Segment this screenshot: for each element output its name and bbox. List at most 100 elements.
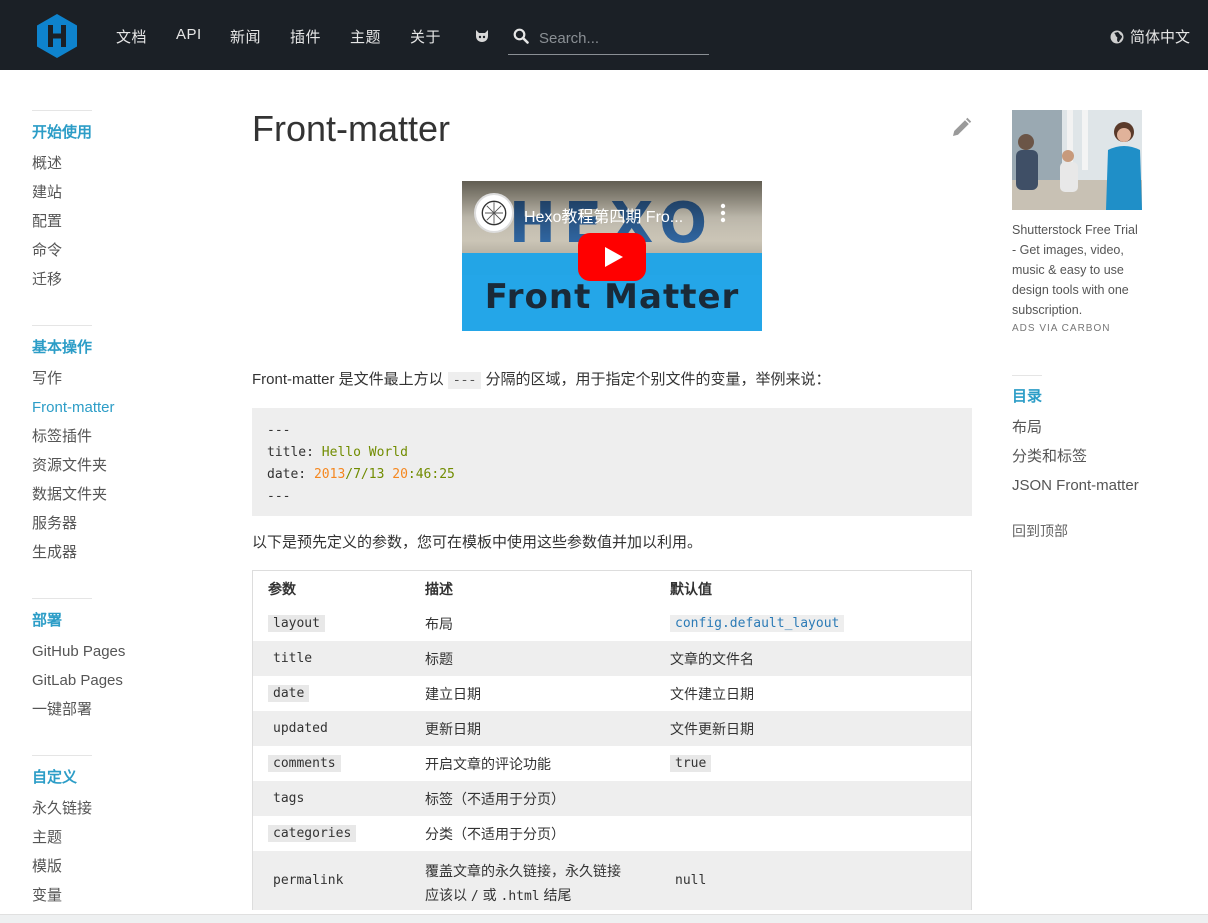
table-cell-desc: 建立日期 [425, 685, 481, 702]
back-to-top-link[interactable]: 回到顶部 [1012, 521, 1068, 541]
sidebar-item-data-files[interactable]: 数据文件夹 [32, 485, 202, 514]
table-row: categories 分类（不适用于分页） [253, 816, 971, 851]
search-input[interactable] [539, 26, 704, 50]
param-code: updated [273, 721, 328, 736]
code-line: --- [267, 423, 291, 438]
default-layout-link[interactable]: config.default_layout [670, 615, 845, 632]
github-icon[interactable] [474, 28, 490, 44]
sidebar-item-one-command-deploy[interactable]: 一键部署 [32, 700, 202, 729]
nav-news[interactable]: 新闻 [230, 26, 261, 47]
sidebar-item-gitlab-pages[interactable]: GitLab Pages [32, 671, 202, 700]
sidebar-item-writing[interactable]: 写作 [32, 369, 202, 398]
table-row: layout 布局 config.default_layout [253, 606, 971, 641]
globe-icon [1110, 30, 1124, 43]
default-code: true [670, 755, 712, 772]
intro-paragraph: Front-matter 是文件最上方以 --- 分隔的区域，用于指定个别文件的… [252, 370, 830, 391]
sidebar-item-variables[interactable]: 变量 [32, 886, 202, 915]
sidebar-item-configuration[interactable]: 配置 [32, 212, 202, 241]
desc-text: 结尾 [543, 886, 572, 903]
table-cell-param: title [268, 641, 418, 676]
pencil-icon[interactable] [950, 117, 972, 139]
table-cell-default: true [670, 746, 970, 781]
sidebar-section-deployment: 部署 GitHub Pages GitLab Pages 一键部署 [32, 598, 202, 729]
param-code: tags [273, 791, 305, 806]
sidebar-item-setup[interactable]: 建站 [32, 183, 202, 212]
desc-text: 或 [482, 886, 497, 903]
sidebar-item-templates[interactable]: 模版 [32, 857, 202, 886]
table-cell-param: updated [268, 711, 418, 746]
param-code: date [268, 685, 310, 702]
table-cell-default: config.default_layout [670, 606, 970, 641]
ads-via-carbon-link[interactable]: ADS VIA CARBON [1012, 323, 1110, 334]
toc-item-layout[interactable]: 布局 [1012, 418, 1192, 447]
more-vert-icon[interactable] [720, 203, 726, 223]
code-key: date: [267, 467, 314, 482]
table-cell-param: categories [268, 816, 418, 851]
toc-item-categories-tags[interactable]: 分类和标签 [1012, 447, 1192, 476]
youtube-video-embed[interactable]: HEXO Front Matter Hexo教程第四期 Fro... [462, 181, 762, 331]
table-cell-param: layout [268, 606, 418, 641]
toc-title: 目录 [1012, 375, 1042, 406]
sidebar-item-themes[interactable]: 主题 [32, 828, 202, 857]
table-of-contents: 目录 布局 分类和标签 JSON Front-matter [1012, 375, 1192, 505]
desc-text: 应该以 [425, 886, 467, 903]
sidebar-section-customization: 自定义 永久链接 主题 模版 变量 [32, 755, 202, 915]
code-number: 2013 [313, 467, 346, 482]
intro-text-before: Front-matter 是文件最上方以 [252, 371, 444, 388]
table-cell-param: date [268, 676, 418, 711]
sidebar-section-basic-usage: 基本操作 写作 Front-matter 标签插件 资源文件夹 数据文件夹 服务… [32, 325, 202, 572]
language-label: 简体中文 [1130, 29, 1191, 46]
sidebar-item-server[interactable]: 服务器 [32, 514, 202, 543]
table-row: title 标题 文章的文件名 [253, 641, 971, 676]
param-code: title [273, 651, 313, 666]
video-title[interactable]: Hexo教程第四期 Fro... [524, 203, 683, 227]
docs-sidebar: 开始使用 概述 建站 配置 命令 迁移 基本操作 写作 Front-matter… [32, 110, 202, 915]
sidebar-item-overview[interactable]: 概述 [32, 154, 202, 183]
table-cell-default [670, 816, 970, 851]
channel-avatar-icon[interactable] [474, 193, 514, 233]
sidebar-item-front-matter[interactable]: Front-matter [32, 398, 202, 427]
sidebar-item-commands[interactable]: 命令 [32, 241, 202, 270]
sidebar-item-migration[interactable]: 迁移 [32, 270, 202, 299]
desc-line: 覆盖文章的永久链接，永久链接 [425, 862, 621, 879]
hexo-logo-icon[interactable] [36, 13, 78, 59]
sidebar-item-permalinks[interactable]: 永久链接 [32, 799, 202, 828]
code-string: /7/13 [345, 467, 393, 482]
language-selector[interactable]: 简体中文 [1110, 26, 1190, 47]
inline-code-separator: --- [447, 372, 482, 389]
toc-item-json-front-matter[interactable]: JSON Front-matter [1012, 476, 1192, 505]
front-matter-params-table: 参数 描述 默认值 layout 布局 config.default_layou… [252, 570, 972, 910]
nav-plugins[interactable]: 插件 [290, 26, 321, 47]
nav-themes[interactable]: 主题 [350, 26, 381, 47]
code-string: :46:25 [407, 467, 455, 482]
sidebar-item-tag-plugins[interactable]: 标签插件 [32, 427, 202, 456]
permalink-description: 覆盖文章的永久链接，永久链接 应该以 / 或 .html 结尾 [425, 853, 621, 909]
default-code: null [675, 873, 707, 888]
search-box [508, 22, 709, 55]
table-header-row: 参数 描述 默认值 [253, 571, 971, 606]
table-cell-default: null [670, 851, 970, 910]
desc-code: / [470, 888, 479, 904]
nav-about[interactable]: 关于 [410, 26, 441, 47]
ad-image[interactable] [1012, 110, 1142, 210]
nav-api[interactable]: API [176, 26, 202, 43]
ad-text[interactable]: Shutterstock Free Trial - Get images, vi… [1012, 220, 1142, 320]
table-cell-desc: 更新日期 [425, 720, 481, 737]
sidebar-item-generating[interactable]: 生成器 [32, 543, 202, 572]
table-cell-default: 文件更新日期 [670, 720, 754, 737]
desc-code: .html [500, 888, 540, 904]
bottom-scroll-edge [0, 914, 1208, 923]
play-button-icon[interactable] [578, 233, 646, 281]
table-header-desc: 描述 [425, 580, 453, 597]
table-cell-param: permalink [268, 851, 418, 910]
param-code: layout [268, 615, 325, 632]
nav-docs[interactable]: 文档 [116, 26, 147, 47]
table-cell-desc: 开启文章的评论功能 [425, 755, 551, 772]
sidebar-item-asset-folders[interactable]: 资源文件夹 [32, 456, 202, 485]
code-number: 20 [392, 467, 408, 482]
intro-text-after: 分隔的区域，用于指定个别文件的变量，举例来说： [485, 371, 831, 388]
table-row: permalink 覆盖文章的永久链接，永久链接 应该以 / 或 .html 结… [253, 851, 971, 910]
search-icon [513, 28, 529, 44]
sidebar-item-github-pages[interactable]: GitHub Pages [32, 642, 202, 671]
table-cell-desc: 标签（不适用于分页） [425, 790, 565, 807]
